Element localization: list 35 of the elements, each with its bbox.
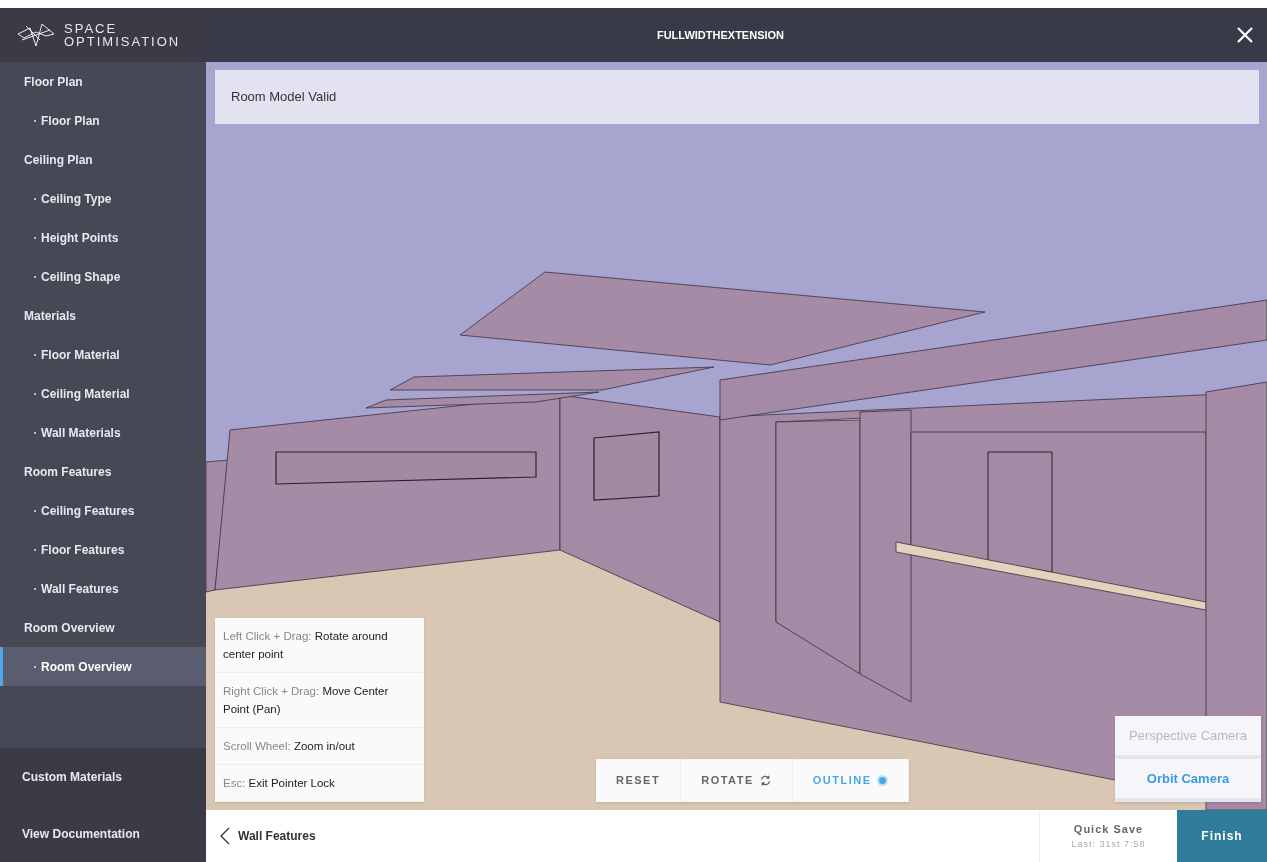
sidebar-item[interactable]: Floor Material [0,335,206,374]
sidebar-section[interactable]: Ceiling Plan [0,140,206,179]
sidebar-item[interactable]: Room Overview [0,647,206,686]
back-link[interactable]: Wall Features [206,810,316,862]
chevron-left-icon [220,827,230,845]
sidebar-item[interactable]: Ceiling Type [0,179,206,218]
sidebar-section[interactable]: Room Overview [0,608,206,647]
close-icon[interactable] [1235,25,1255,45]
control-hint: Esc: Exit Pointer Lock [215,765,424,802]
sidebar-item[interactable]: Floor Features [0,530,206,569]
sidebar-item[interactable]: Ceiling Material [0,374,206,413]
status-banner: Room Model Valid [215,70,1259,124]
sidebar-item[interactable]: Ceiling Shape [0,257,206,296]
page-title: FULLWIDTHEXTENSION [655,27,786,43]
sidebar-item[interactable]: Height Points [0,218,206,257]
control-hint: Left Click + Drag: Rotate around center point [215,618,424,673]
brand-name: SPACE [64,22,119,35]
toolbar-button[interactable]: ROTATE [681,759,793,802]
sidebar-section[interactable]: Floor Plan [0,62,206,101]
sidebar-section[interactable]: Room Features [0,452,206,491]
control-hint: Right Click + Drag: Move Center Point (Pan) [215,673,424,728]
sidebar-item[interactable]: Wall Materials [0,413,206,452]
sidebar-item[interactable]: Ceiling Features [0,491,206,530]
rotate-icon [758,774,772,787]
finish-button[interactable]: Finish [1177,810,1267,862]
sidebar-item[interactable]: Floor Plan [0,101,206,140]
control-hint: Scroll Wheel: Zoom in/out [215,728,424,765]
logo-icon [16,22,56,48]
sidebar-section[interactable]: Materials [0,296,206,335]
radio-icon [876,775,888,786]
sidebar-item[interactable]: Wall Features [0,569,206,608]
brand-name: OPTIMISATION [64,35,181,48]
sidebar-link[interactable]: Custom Materials [0,748,206,805]
sidebar-link[interactable]: View Documentation [0,805,206,862]
toolbar-button[interactable]: RESET [596,759,682,802]
